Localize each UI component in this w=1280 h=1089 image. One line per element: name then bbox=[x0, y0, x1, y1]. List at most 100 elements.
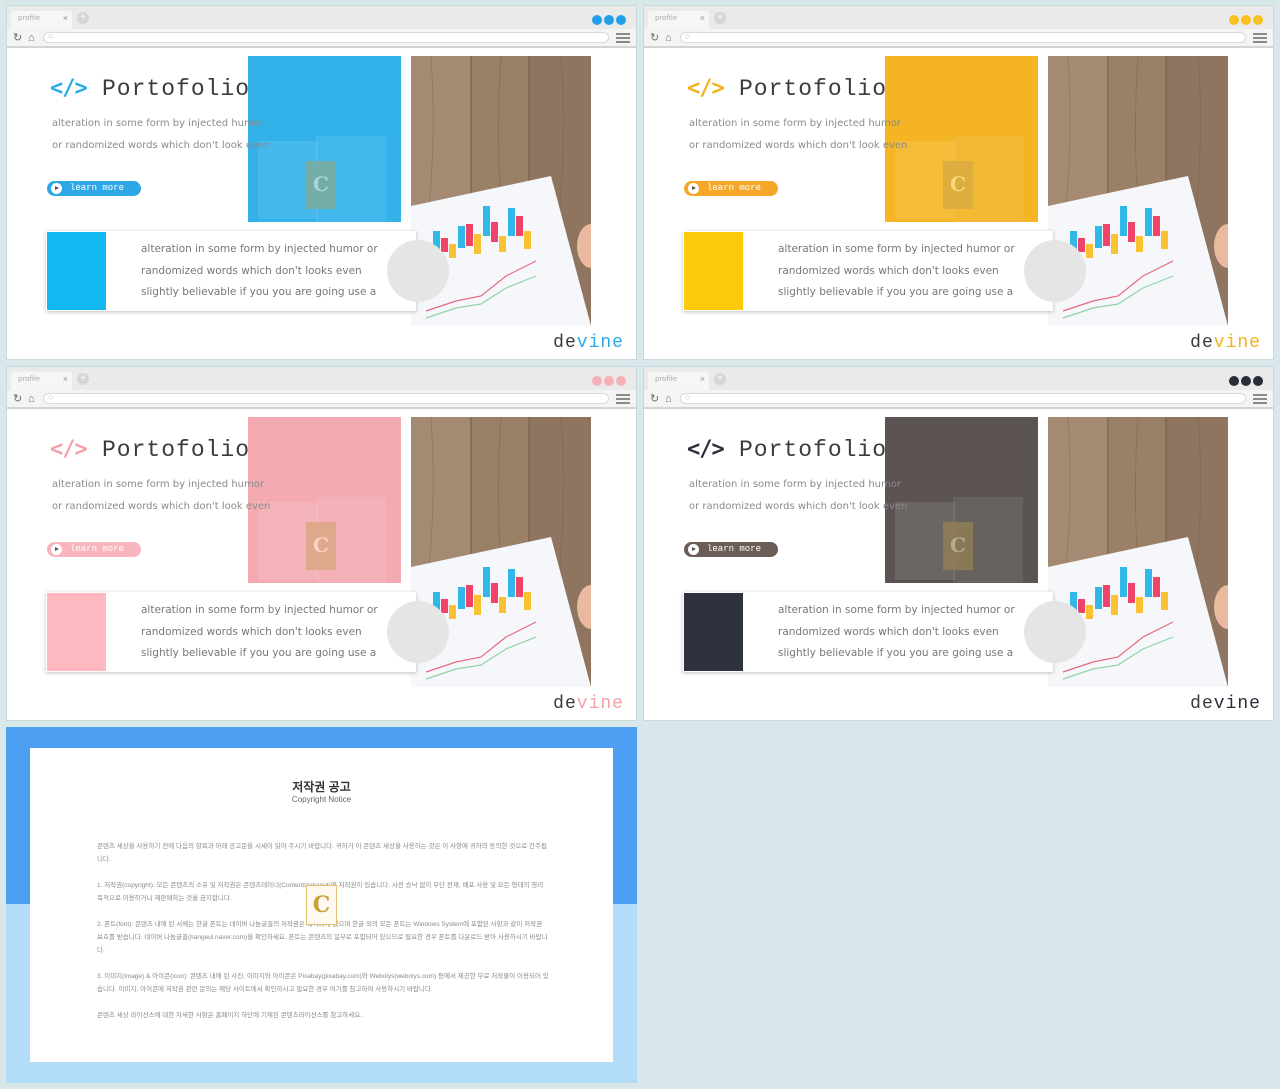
browser-tab-bar: profile × + bbox=[644, 367, 1273, 390]
brand-prefix: de bbox=[1190, 333, 1214, 353]
brand-suffix: vine bbox=[1213, 333, 1261, 353]
window-dot-icon bbox=[1253, 376, 1263, 386]
window-dot-icon bbox=[1229, 15, 1239, 25]
tab-label: profile bbox=[655, 375, 678, 383]
card-text: alteration in some form by injected humo… bbox=[141, 604, 378, 659]
search-icon: ○ bbox=[685, 31, 691, 41]
reload-icon[interactable]: ↻ bbox=[13, 393, 22, 405]
learn-more-button[interactable]: learn more bbox=[47, 542, 141, 557]
brand-prefix: de bbox=[1190, 694, 1214, 714]
window-dot-icon bbox=[604, 15, 614, 25]
reload-icon[interactable]: ↻ bbox=[13, 32, 22, 44]
copyright-paper: 저작권 공고 Copyright Notice 콘텐츠 세상을 사용하기 전에 … bbox=[30, 748, 613, 1062]
brand-suffix: vine bbox=[576, 333, 624, 353]
home-icon[interactable]: ⌂ bbox=[665, 32, 672, 44]
browser-tab-bar: profile × + bbox=[7, 6, 636, 29]
address-bar: ↻ ⌂ ○ bbox=[644, 390, 1273, 409]
home-icon[interactable]: ⌂ bbox=[28, 32, 35, 44]
menu-icon[interactable] bbox=[1253, 33, 1267, 45]
card-text: alteration in some form by injected humo… bbox=[141, 243, 378, 298]
tab-label: profile bbox=[18, 375, 41, 383]
code-logo-icon: </> bbox=[687, 76, 725, 101]
home-icon[interactable]: ⌂ bbox=[28, 393, 35, 405]
url-input[interactable]: ○ bbox=[43, 31, 609, 43]
window-dots bbox=[590, 373, 626, 391]
card-circle bbox=[387, 240, 449, 302]
browser-tab[interactable]: profile × bbox=[648, 372, 709, 390]
url-input[interactable]: ○ bbox=[680, 31, 1246, 43]
intro-text: alteration in some form by injected humo… bbox=[689, 479, 908, 512]
browser-tab-bar: profile × + bbox=[7, 367, 636, 390]
learn-more-label: learn more bbox=[707, 544, 762, 554]
slide-yellow: profile × + ↻ ⌂ ○ C </> Portofolio alter… bbox=[643, 5, 1274, 360]
address-bar: ↻ ⌂ ○ bbox=[7, 390, 636, 409]
info-card: alteration in some form by injected humo… bbox=[683, 231, 1086, 311]
address-bar: ↻ ⌂ ○ bbox=[644, 29, 1273, 48]
close-icon[interactable]: × bbox=[700, 374, 705, 384]
reload-icon[interactable]: ↻ bbox=[650, 393, 659, 405]
info-card: alteration in some form by injected humo… bbox=[683, 592, 1086, 672]
reload-icon[interactable]: ↻ bbox=[650, 32, 659, 44]
page-title: Portofolio bbox=[102, 437, 251, 463]
learn-more-button[interactable]: learn more bbox=[684, 542, 778, 557]
tab-label: profile bbox=[18, 14, 41, 22]
play-icon bbox=[688, 183, 699, 194]
copyright-title: 저작권 공고 bbox=[292, 780, 351, 794]
new-tab-icon[interactable]: + bbox=[714, 373, 726, 385]
tab-label: profile bbox=[655, 14, 678, 22]
menu-icon[interactable] bbox=[1253, 394, 1267, 406]
window-dots bbox=[1227, 12, 1263, 30]
brand-suffix: vine bbox=[1213, 694, 1261, 714]
intro-text: alteration in some form by injected humo… bbox=[52, 479, 271, 512]
copyright-subtitle: Copyright Notice bbox=[291, 795, 352, 804]
info-card: alteration in some form by injected humo… bbox=[46, 231, 449, 311]
card-circle bbox=[1024, 240, 1086, 302]
search-icon: ○ bbox=[48, 31, 54, 41]
learn-more-label: learn more bbox=[70, 183, 125, 193]
code-logo-icon: </> bbox=[687, 437, 725, 462]
window-dot-icon bbox=[1241, 15, 1251, 25]
close-icon[interactable]: × bbox=[700, 13, 705, 23]
browser-tab[interactable]: profile × bbox=[11, 11, 72, 29]
home-icon[interactable]: ⌂ bbox=[665, 393, 672, 405]
brand-logo: devine bbox=[553, 333, 624, 353]
browser-tab[interactable]: profile × bbox=[648, 11, 709, 29]
url-input[interactable]: ○ bbox=[680, 392, 1246, 404]
card-circle bbox=[387, 601, 449, 663]
copyright-paragraph: 콘텐츠 세상 라이선스에 대한 자세한 사항은 홈페이지 하단에 기재된 콘텐츠… bbox=[97, 1012, 363, 1019]
window-dot-icon bbox=[616, 15, 626, 25]
page-title: Portofolio bbox=[739, 76, 888, 102]
brand-logo: devine bbox=[1190, 333, 1261, 353]
browser-tab[interactable]: profile × bbox=[11, 372, 72, 390]
learn-more-label: learn more bbox=[70, 544, 125, 554]
card-text: alteration in some form by injected humo… bbox=[778, 243, 1015, 298]
menu-icon[interactable] bbox=[616, 33, 630, 45]
window-dot-icon bbox=[1241, 376, 1251, 386]
play-icon bbox=[51, 544, 62, 555]
window-dot-icon bbox=[1229, 376, 1239, 386]
close-icon[interactable]: × bbox=[63, 374, 68, 384]
learn-more-button[interactable]: learn more bbox=[684, 181, 778, 196]
copyright-paragraph: 3. 이미지(image) & 아이콘(icon): 콘텐츠 내에 된 사진, … bbox=[97, 973, 549, 993]
slide-dark: profile × + ↻ ⌂ ○ C </> Portofolio alter… bbox=[643, 366, 1274, 721]
window-dot-icon bbox=[592, 15, 602, 25]
intro-text: alteration in some form by injected humo… bbox=[689, 118, 908, 151]
learn-more-button[interactable]: learn more bbox=[47, 181, 141, 196]
info-card: alteration in some form by injected humo… bbox=[46, 592, 449, 672]
code-logo-icon: </> bbox=[50, 437, 88, 462]
window-dots bbox=[1227, 373, 1263, 391]
new-tab-icon[interactable]: + bbox=[714, 12, 726, 24]
search-icon: ○ bbox=[685, 392, 691, 402]
card-text: alteration in some form by injected humo… bbox=[778, 604, 1015, 659]
slide-blue: profile × + ↻ ⌂ ○ C </> Portofolio alter… bbox=[6, 5, 637, 360]
new-tab-icon[interactable]: + bbox=[77, 373, 89, 385]
new-tab-icon[interactable]: + bbox=[77, 12, 89, 24]
close-icon[interactable]: × bbox=[63, 13, 68, 23]
color-swatch bbox=[47, 593, 106, 671]
play-icon bbox=[51, 183, 62, 194]
window-dot-icon bbox=[1253, 15, 1263, 25]
copyright-paragraph: 콘텐츠 세상을 사용하기 전에 다음의 항목과 아래 공고문을 시세이 읽어 주… bbox=[97, 843, 547, 863]
learn-more-label: learn more bbox=[707, 183, 762, 193]
url-input[interactable]: ○ bbox=[43, 392, 609, 404]
menu-icon[interactable] bbox=[616, 394, 630, 406]
